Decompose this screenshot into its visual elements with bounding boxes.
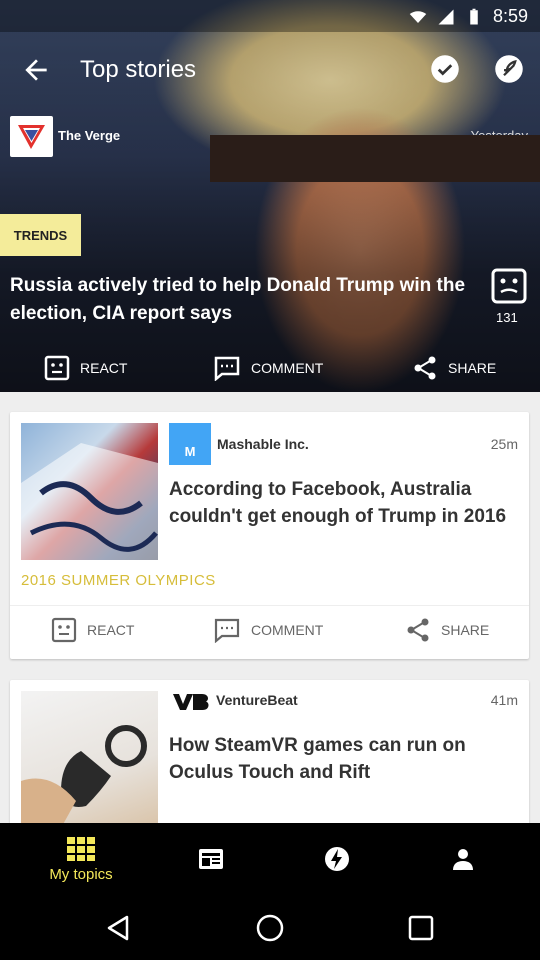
source-logo	[10, 116, 53, 157]
story-title[interactable]: How SteamVR games can run on Oculus Touc…	[169, 732, 519, 786]
card-share-label: SHARE	[441, 622, 490, 638]
hero-share-button[interactable]: SHARE	[412, 355, 496, 381]
comment-icon	[214, 356, 240, 381]
card-divider	[10, 605, 529, 606]
system-back-icon[interactable]	[103, 913, 133, 943]
trends-badge[interactable]: TRENDS	[0, 214, 81, 256]
comment-icon	[214, 618, 240, 643]
back-arrow-icon[interactable]	[20, 54, 52, 86]
share-icon	[414, 356, 436, 380]
publisher-name[interactable]: VentureBeat	[216, 692, 298, 708]
share-icon	[407, 618, 429, 642]
publisher-logo: M	[169, 423, 211, 465]
reaction-count: 131	[496, 310, 518, 325]
nav-my-topics-label: My topics	[49, 865, 113, 883]
bottom-nav: My topics	[0, 823, 540, 895]
publisher-name[interactable]: Mashable Inc.	[217, 436, 309, 452]
story-card[interactable]: M Mashable Inc. 25m According to Faceboo…	[10, 412, 529, 659]
hero-source: The Verge	[58, 128, 121, 143]
hero-comment-label: COMMENT	[251, 360, 324, 376]
card-share-button[interactable]: SHARE	[405, 617, 489, 643]
status-time: 8:59	[492, 6, 528, 26]
hero-headline[interactable]: Russia actively tried to help Donald Tru…	[10, 272, 488, 328]
card-react-button[interactable]: REACT	[51, 617, 134, 643]
react-icon	[44, 355, 70, 381]
hero-react-button[interactable]: REACT	[44, 355, 127, 381]
story-thumbnail	[21, 691, 158, 823]
check-circle-icon[interactable]	[430, 54, 460, 84]
nav-profile[interactable]	[400, 823, 526, 895]
story-time: 25m	[490, 436, 518, 452]
story-topic[interactable]: 2016 SUMMER OLYMPICS	[21, 572, 216, 589]
status-bar: 8:59	[0, 0, 540, 32]
story-time: 41m	[490, 692, 518, 708]
react-icon	[51, 617, 77, 643]
nav-trending[interactable]	[274, 823, 400, 895]
hero-comment-button[interactable]: COMMENT	[213, 355, 323, 381]
reaction-face-icon[interactable]	[490, 267, 528, 305]
person-icon	[453, 849, 473, 870]
hero-actions: REACT COMMENT SHARE	[0, 340, 540, 390]
lightning-icon	[325, 847, 349, 871]
story-feed[interactable]: M Mashable Inc. 25m According to Faceboo…	[0, 392, 540, 823]
story-thumbnail	[21, 423, 158, 560]
hero-react-label: REACT	[80, 360, 128, 376]
signal-icon	[438, 9, 454, 24]
hero-story[interactable]: 8:59 Top stories The Verge Yesterday TRE…	[0, 0, 540, 392]
overlay-banner	[210, 135, 540, 182]
battery-icon	[470, 8, 478, 24]
card-comment-button[interactable]: COMMENT	[213, 617, 323, 643]
page-title: Top stories	[80, 56, 197, 83]
system-recents-icon[interactable]	[406, 913, 436, 943]
story-card[interactable]: VentureBeat 41m How SteamVR games can ru…	[10, 680, 529, 823]
nav-my-topics[interactable]: My topics	[18, 823, 144, 895]
card-comment-label: COMMENT	[251, 622, 324, 638]
app-bar: Top stories	[0, 36, 540, 100]
system-home-icon[interactable]	[255, 913, 285, 943]
nav-news[interactable]	[148, 823, 274, 895]
story-title[interactable]: According to Facebook, Australia couldn'…	[169, 476, 519, 530]
newspaper-icon	[199, 849, 223, 869]
feather-icon[interactable]	[494, 54, 524, 84]
wifi-icon	[409, 10, 427, 23]
grid-icon	[67, 836, 95, 861]
card-react-label: REACT	[87, 622, 135, 638]
venturebeat-logo	[173, 694, 209, 710]
hero-share-label: SHARE	[448, 360, 497, 376]
system-nav-bar	[0, 895, 540, 960]
